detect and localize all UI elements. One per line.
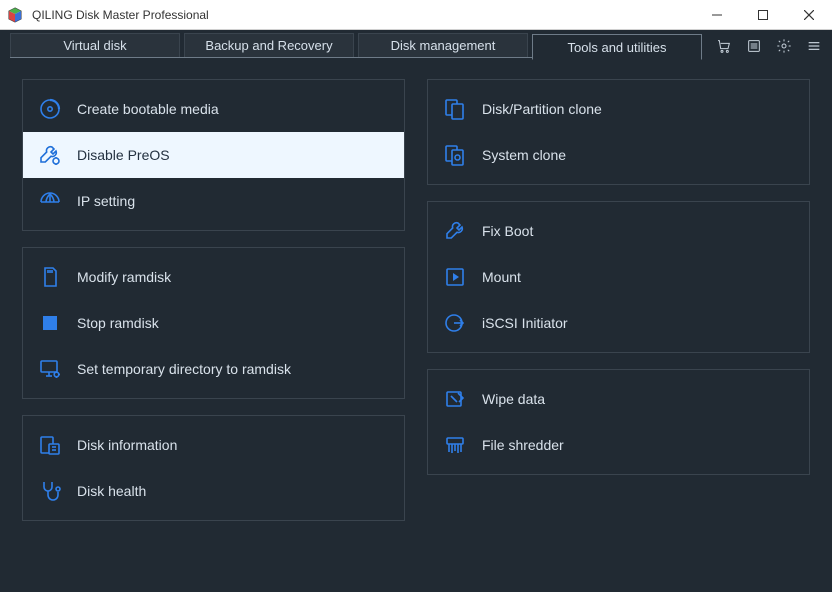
stethoscope-icon	[37, 478, 63, 504]
globe-net-icon	[37, 188, 63, 214]
item-set-temp-dir-ramdisk[interactable]: Set temporary directory to ramdisk	[23, 346, 404, 392]
item-fix-boot[interactable]: Fix Boot	[428, 208, 809, 254]
item-label: iSCSI Initiator	[482, 315, 568, 331]
item-label: Disk/Partition clone	[482, 101, 602, 117]
window-title: QILING Disk Master Professional	[30, 8, 694, 22]
item-label: System clone	[482, 147, 566, 163]
item-create-bootable-media[interactable]: Create bootable media	[23, 86, 404, 132]
monitor-gear-icon	[37, 356, 63, 382]
sd-card-icon	[37, 264, 63, 290]
content-area: Create bootable media Disable PreOS IP s…	[0, 61, 832, 592]
panel-boot-mount: Fix Boot Mount iSCSI Initiator	[427, 201, 810, 353]
item-system-clone[interactable]: System clone	[428, 132, 809, 178]
app-body: Virtual disk Backup and Recovery Disk ma…	[0, 30, 832, 592]
item-mount[interactable]: Mount	[428, 254, 809, 300]
play-box-icon	[442, 264, 468, 290]
clone-disk-icon	[442, 96, 468, 122]
item-file-shredder[interactable]: File shredder	[428, 422, 809, 468]
item-label: Fix Boot	[482, 223, 533, 239]
disc-icon	[37, 96, 63, 122]
panel-wipe: Wipe data File shredder	[427, 369, 810, 475]
window-close-button[interactable]	[786, 0, 832, 30]
item-disk-information[interactable]: Disk information	[23, 422, 404, 468]
window-maximize-button[interactable]	[740, 0, 786, 30]
item-label: Mount	[482, 269, 521, 285]
circle-arrow-icon	[442, 310, 468, 336]
item-label: Set temporary directory to ramdisk	[77, 361, 291, 377]
left-column: Create bootable media Disable PreOS IP s…	[22, 79, 405, 574]
app-icon	[0, 7, 30, 23]
item-ip-setting[interactable]: IP setting	[23, 178, 404, 224]
item-label: Modify ramdisk	[77, 269, 171, 285]
window-minimize-button[interactable]	[694, 0, 740, 30]
shredder-icon	[442, 432, 468, 458]
right-column: Disk/Partition clone System clone Fix Bo…	[427, 79, 810, 574]
tab-backup-recovery[interactable]: Backup and Recovery	[184, 33, 354, 58]
tab-label: Disk management	[391, 38, 496, 53]
item-iscsi-initiator[interactable]: iSCSI Initiator	[428, 300, 809, 346]
panel-clone: Disk/Partition clone System clone	[427, 79, 810, 185]
item-label: Disable PreOS	[77, 147, 170, 163]
item-label: Create bootable media	[77, 101, 219, 117]
stop-square-icon	[37, 310, 63, 336]
tab-disk-management[interactable]: Disk management	[358, 33, 528, 58]
item-wipe-data[interactable]: Wipe data	[428, 376, 809, 422]
item-label: Disk health	[77, 483, 146, 499]
item-label: IP setting	[77, 193, 135, 209]
item-disable-preos[interactable]: Disable PreOS	[23, 132, 404, 178]
item-label: Disk information	[77, 437, 177, 453]
tab-row: Virtual disk Backup and Recovery Disk ma…	[0, 30, 832, 58]
list-icon[interactable]	[742, 35, 766, 57]
panel-ramdisk: Modify ramdisk Stop ramdisk Set temporar…	[22, 247, 405, 399]
menu-icon[interactable]	[802, 35, 826, 57]
cart-icon[interactable]	[712, 35, 736, 57]
item-label: Stop ramdisk	[77, 315, 159, 331]
panel-disk-info: Disk information Disk health	[22, 415, 405, 521]
toolbar-right	[712, 34, 826, 58]
tab-label: Virtual disk	[63, 38, 126, 53]
wrench-gear-icon	[37, 142, 63, 168]
tab-virtual-disk[interactable]: Virtual disk	[10, 33, 180, 58]
tab-tools-utilities[interactable]: Tools and utilities	[532, 34, 702, 60]
eraser-icon	[442, 386, 468, 412]
item-label: File shredder	[482, 437, 564, 453]
item-label: Wipe data	[482, 391, 545, 407]
wrench-icon	[442, 218, 468, 244]
disk-info-icon	[37, 432, 63, 458]
gear-icon[interactable]	[772, 35, 796, 57]
clone-sys-icon	[442, 142, 468, 168]
item-modify-ramdisk[interactable]: Modify ramdisk	[23, 254, 404, 300]
item-stop-ramdisk[interactable]: Stop ramdisk	[23, 300, 404, 346]
tab-label: Tools and utilities	[568, 40, 667, 55]
item-disk-health[interactable]: Disk health	[23, 468, 404, 514]
titlebar: QILING Disk Master Professional	[0, 0, 832, 30]
tab-label: Backup and Recovery	[205, 38, 332, 53]
item-disk-partition-clone[interactable]: Disk/Partition clone	[428, 86, 809, 132]
panel-boot-preos: Create bootable media Disable PreOS IP s…	[22, 79, 405, 231]
